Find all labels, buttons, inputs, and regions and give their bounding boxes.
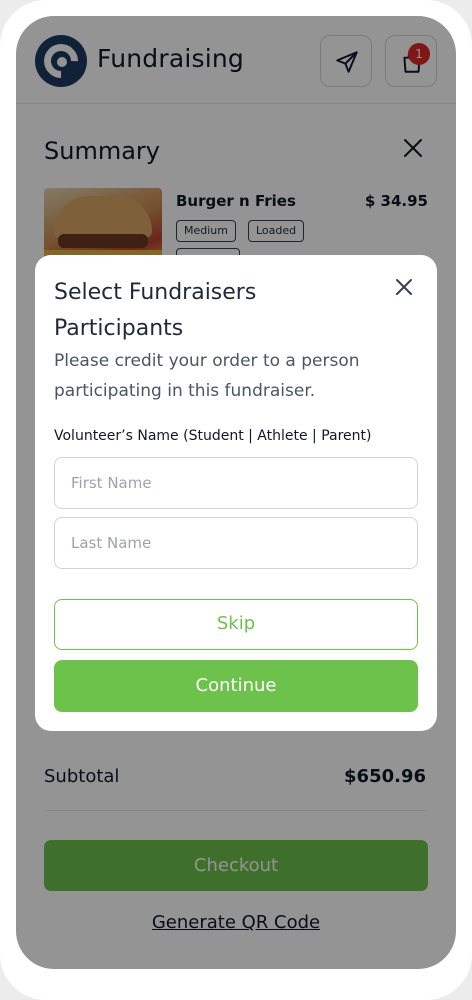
phone-frame: Fundraising 1 Summary Burger n Fries $ 3…: [0, 0, 472, 1000]
close-icon[interactable]: [394, 277, 414, 297]
app-screen: Fundraising 1 Summary Burger n Fries $ 3…: [16, 16, 456, 969]
last-name-input[interactable]: [54, 517, 418, 569]
volunteer-name-label: Volunteer’s Name (Student | Athlete | Pa…: [54, 428, 372, 444]
skip-button[interactable]: Skip: [54, 599, 418, 650]
continue-button[interactable]: Continue: [54, 660, 418, 712]
modal-title: Select Fundraisers Participants: [54, 280, 257, 341]
fundraiser-participant-modal: Select Fundraisers Participants Please c…: [35, 255, 437, 731]
modal-description: Please credit your order to a person par…: [54, 351, 360, 401]
first-name-input[interactable]: [54, 457, 418, 509]
